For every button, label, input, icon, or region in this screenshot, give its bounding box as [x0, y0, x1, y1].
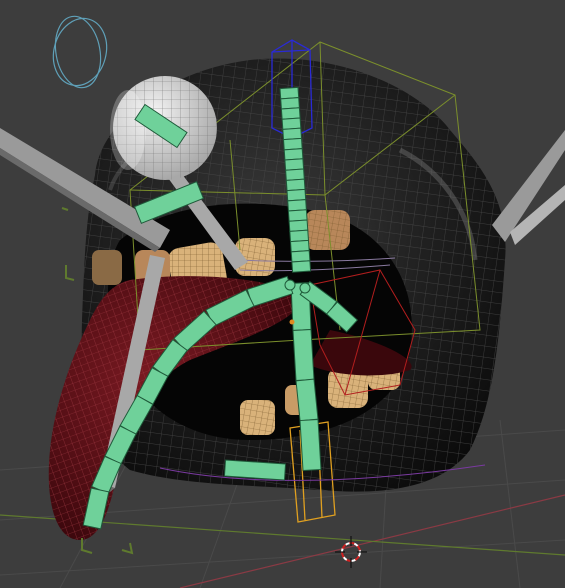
spine-bone-8[interactable]	[284, 158, 305, 171]
pivot-point	[289, 319, 295, 325]
spine-bone-17[interactable]	[290, 250, 311, 263]
spine-bone-3[interactable]	[280, 107, 301, 120]
spine-bone-1[interactable]	[279, 86, 300, 100]
spine-bone-7[interactable]	[283, 148, 304, 161]
spine-bone-18[interactable]	[291, 260, 312, 273]
tongue-root-bone-3[interactable]	[295, 378, 319, 422]
empty-circle-control[interactable]	[46, 12, 114, 91]
spine-bone-14[interactable]	[288, 219, 309, 232]
spine-bone-11[interactable]	[286, 188, 307, 202]
spine-bone-15[interactable]	[289, 229, 310, 243]
tongue-root-bone-4[interactable]	[299, 418, 322, 472]
spine-bone-13[interactable]	[287, 209, 308, 222]
spine-bone-5[interactable]	[282, 127, 303, 141]
spine-bone-6[interactable]	[282, 137, 303, 151]
bone-joint[interactable]	[299, 282, 311, 294]
3d-viewport[interactable]	[0, 0, 565, 588]
tongue-root-bone-2[interactable]	[292, 328, 315, 382]
spine-bone-4[interactable]	[281, 117, 302, 130]
spine-bone-12[interactable]	[287, 199, 307, 212]
bone-joint[interactable]	[284, 279, 296, 291]
spine-bone-9[interactable]	[285, 168, 305, 181]
spine-bone-2[interactable]	[280, 97, 300, 110]
right-ear-rod[interactable]	[492, 130, 565, 245]
chin-bone-1[interactable]	[223, 459, 287, 481]
spine-bone-10[interactable]	[285, 178, 306, 192]
spine-bone-16[interactable]	[289, 239, 310, 253]
